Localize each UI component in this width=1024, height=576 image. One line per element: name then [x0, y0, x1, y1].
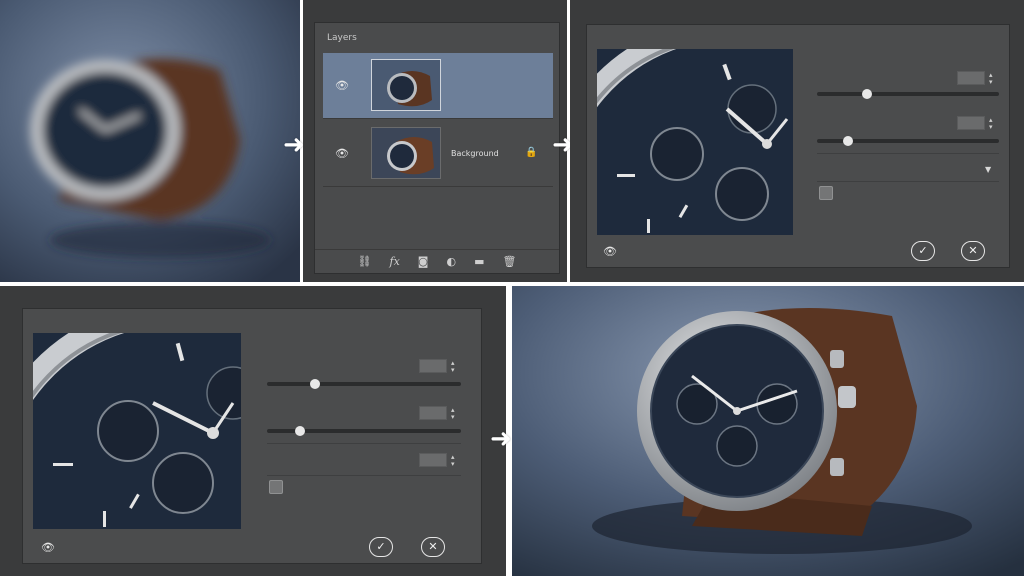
value-field-2[interactable]	[419, 406, 447, 420]
value-field-3[interactable]	[419, 453, 447, 467]
divider	[817, 153, 999, 154]
slider-knob[interactable]	[862, 89, 872, 99]
confirm-button[interactable]: ✓	[911, 241, 935, 261]
filter-preview[interactable]	[33, 333, 241, 529]
divider	[267, 475, 461, 476]
layers-panel-title: Layers	[327, 33, 357, 43]
trash-icon[interactable]: 🗑	[502, 255, 516, 268]
stepper-icon[interactable]: ▴ ▾	[989, 117, 993, 131]
workflow-collage: ➜ Layers 👁 👁 Background 🔒 ⛓ fx ◙ ◐ ▬ 🗑 ➜…	[0, 0, 1024, 576]
value-field-1[interactable]	[419, 359, 447, 373]
layer-thumbnail	[371, 127, 441, 179]
eye-icon[interactable]: 👁	[603, 246, 619, 257]
layer-row-copy[interactable]: 👁	[323, 53, 553, 119]
eye-icon[interactable]: 👁	[41, 542, 57, 553]
sharp-watch-image	[512, 286, 1024, 576]
fx-icon[interactable]: fx	[390, 255, 400, 268]
slider-knob[interactable]	[310, 379, 320, 389]
folder-icon[interactable]: ▬	[474, 255, 484, 268]
checkmark-icon: ✓	[376, 540, 386, 553]
layer-row-background[interactable]: 👁 Background 🔒	[323, 121, 553, 187]
link-icon[interactable]: ⛓	[358, 255, 372, 268]
slider-2[interactable]	[267, 426, 461, 436]
lock-icon[interactable]: 🔒	[525, 147, 537, 158]
filter-preview[interactable]	[597, 49, 793, 235]
stepper-icon[interactable]: ▴ ▾	[451, 360, 455, 374]
arrow-right-icon: ➜	[490, 424, 512, 454]
final-photo-panel	[512, 286, 1024, 576]
blurred-photo-panel	[0, 0, 300, 282]
close-icon: ✕	[428, 540, 438, 553]
layer-thumbnail	[371, 59, 441, 111]
cancel-button[interactable]: ✕	[421, 537, 445, 557]
cancel-button[interactable]: ✕	[961, 241, 985, 261]
checkbox[interactable]	[269, 480, 283, 494]
slider-knob[interactable]	[295, 426, 305, 436]
stepper-icon[interactable]: ▴ ▾	[989, 72, 993, 86]
slider-1[interactable]	[267, 379, 461, 389]
checkmark-icon: ✓	[918, 244, 928, 257]
blurred-watch-image	[0, 0, 300, 282]
checkbox[interactable]	[819, 186, 833, 200]
slider-2[interactable]	[817, 136, 999, 146]
divider	[267, 443, 461, 444]
divider	[817, 181, 999, 182]
value-field-1[interactable]	[957, 71, 985, 85]
mask-icon[interactable]: ◙	[418, 255, 429, 268]
slider-1[interactable]	[817, 89, 999, 99]
filter-dialog-bottom: ▴ ▾ ▴ ▾ ▴ ▾ 👁 ✓ ✕	[22, 308, 482, 564]
stepper-icon[interactable]: ▴ ▾	[451, 407, 455, 421]
arrow-right-icon: ➜	[283, 130, 305, 160]
chevron-down-icon[interactable]: ▼	[985, 165, 991, 174]
eye-icon[interactable]: 👁	[335, 80, 351, 91]
slider-knob[interactable]	[843, 136, 853, 146]
filter-dialog-top: ▴ ▾ ▴ ▾ ▼ 👁 ✓ ✕	[586, 24, 1010, 268]
layers-panel: Layers 👁 👁 Background 🔒 ⛓ fx ◙ ◐ ▬ 🗑	[314, 22, 560, 274]
close-icon: ✕	[968, 244, 978, 257]
value-field-2[interactable]	[957, 116, 985, 130]
stepper-icon[interactable]: ▴ ▾	[451, 454, 455, 468]
confirm-button[interactable]: ✓	[369, 537, 393, 557]
eye-icon[interactable]: 👁	[335, 148, 351, 159]
layer-name: Background	[451, 149, 499, 158]
adjustment-icon[interactable]: ◐	[446, 255, 456, 268]
layers-footer-toolbar: ⛓ fx ◙ ◐ ▬ 🗑	[315, 249, 559, 273]
